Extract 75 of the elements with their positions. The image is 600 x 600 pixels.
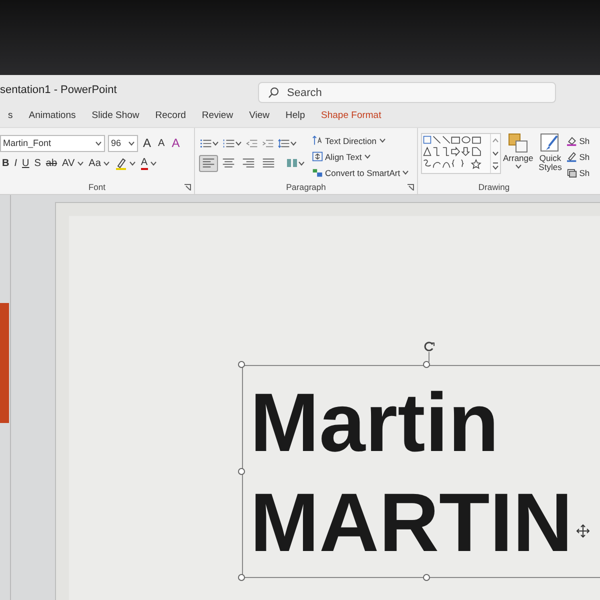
quick-styles-button[interactable]: Quick Styles xyxy=(535,133,566,173)
ribbon-tab[interactable]: Review xyxy=(194,105,242,127)
highlighter-icon xyxy=(114,156,127,170)
italic-button[interactable]: I xyxy=(12,154,20,172)
caret-icon[interactable] xyxy=(298,160,305,166)
strikethrough-button[interactable]: ab xyxy=(44,154,60,172)
caret-icon[interactable] xyxy=(514,164,522,170)
ribbon-tab[interactable]: s xyxy=(0,105,21,127)
shrink-font-button[interactable]: A xyxy=(156,134,167,152)
ribbon-tab[interactable]: Record xyxy=(147,105,194,127)
caret-icon[interactable] xyxy=(128,140,135,146)
align-text-icon xyxy=(312,151,323,162)
dialog-launcher-icon[interactable] xyxy=(184,184,191,191)
grow-font-button[interactable]: A xyxy=(141,134,154,152)
slide-text: Martin xyxy=(250,375,499,471)
caret-icon[interactable] xyxy=(378,138,386,143)
ribbon-tab[interactable]: Slide Show xyxy=(84,105,148,127)
caret-icon[interactable] xyxy=(128,160,136,166)
columns-icon xyxy=(286,158,298,168)
caret-icon[interactable] xyxy=(290,140,297,146)
arrange-icon xyxy=(508,133,528,153)
shadow-button[interactable]: S xyxy=(32,154,43,172)
character-spacing-button[interactable]: AV xyxy=(60,154,86,172)
caret-icon[interactable] xyxy=(212,140,219,146)
font-size-dropdown[interactable]: 96 xyxy=(108,134,138,152)
caret-icon[interactable] xyxy=(76,160,84,166)
caret-icon[interactable] xyxy=(364,154,371,159)
paintbrush-icon xyxy=(540,133,560,153)
ribbon-tab[interactable]: View xyxy=(241,105,278,127)
ribbon-tab[interactable]: Shape Format xyxy=(313,105,390,127)
alignment-icon xyxy=(222,157,235,169)
font-name-dropdown[interactable]: Martin_Font xyxy=(0,134,105,152)
caret-icon[interactable] xyxy=(150,160,157,166)
smartart-icon xyxy=(312,167,323,178)
move-cursor-icon xyxy=(576,524,590,538)
line-spacing-icon xyxy=(278,138,290,148)
group-label: Font xyxy=(88,182,106,192)
align-text-button[interactable]: Align Text xyxy=(311,149,410,164)
dialog-launcher-icon[interactable] xyxy=(407,184,414,191)
alignment-icon xyxy=(262,157,275,169)
slide-text: MARTIN xyxy=(250,475,573,571)
shape-effects-icon xyxy=(567,167,578,178)
caret-icon[interactable] xyxy=(95,140,102,146)
alignment-icon xyxy=(242,157,255,169)
bold-button[interactable]: B xyxy=(0,154,12,172)
shape-outline-button[interactable]: Sh xyxy=(567,149,590,164)
increase-indent-icon xyxy=(262,138,274,148)
slide-thumbnail[interactable] xyxy=(0,303,9,423)
clear-formatting-button[interactable]: A xyxy=(170,134,182,152)
rotate-handle-icon[interactable] xyxy=(423,340,435,362)
convert-to-smartart-button[interactable]: Convert to SmartArt xyxy=(311,165,410,180)
caret-icon[interactable] xyxy=(235,140,242,146)
decrease-indent-icon xyxy=(246,138,258,148)
underline-button[interactable]: U xyxy=(20,154,32,172)
ribbon-tab[interactable]: Help xyxy=(277,105,314,127)
caret-icon[interactable] xyxy=(402,170,410,175)
numbering-icon xyxy=(223,138,235,148)
search-icon xyxy=(268,87,279,98)
change-case-button[interactable]: Aa xyxy=(86,154,112,172)
window-title: sentation1 - PowerPoint xyxy=(0,84,117,96)
pen-icon xyxy=(567,151,578,162)
align-left-button[interactable] xyxy=(199,154,218,172)
font-color-button[interactable]: A xyxy=(138,154,159,172)
arrange-button[interactable]: Arrange xyxy=(503,133,534,170)
text-direction-button[interactable]: Text Direction xyxy=(311,133,410,148)
group-label: Paragraph xyxy=(286,182,326,192)
group-label: Drawing xyxy=(478,182,510,192)
shape-fill-button[interactable]: Sh xyxy=(567,133,590,148)
caret-icon[interactable] xyxy=(102,160,110,166)
alignment-icon xyxy=(202,157,215,169)
bullets-icon xyxy=(200,138,212,148)
search-field[interactable]: Search xyxy=(258,82,556,103)
ribbon-tab[interactable]: Animations xyxy=(20,105,84,127)
text-direction-icon xyxy=(312,135,323,146)
shape-effects-button[interactable]: Sh xyxy=(567,165,590,180)
